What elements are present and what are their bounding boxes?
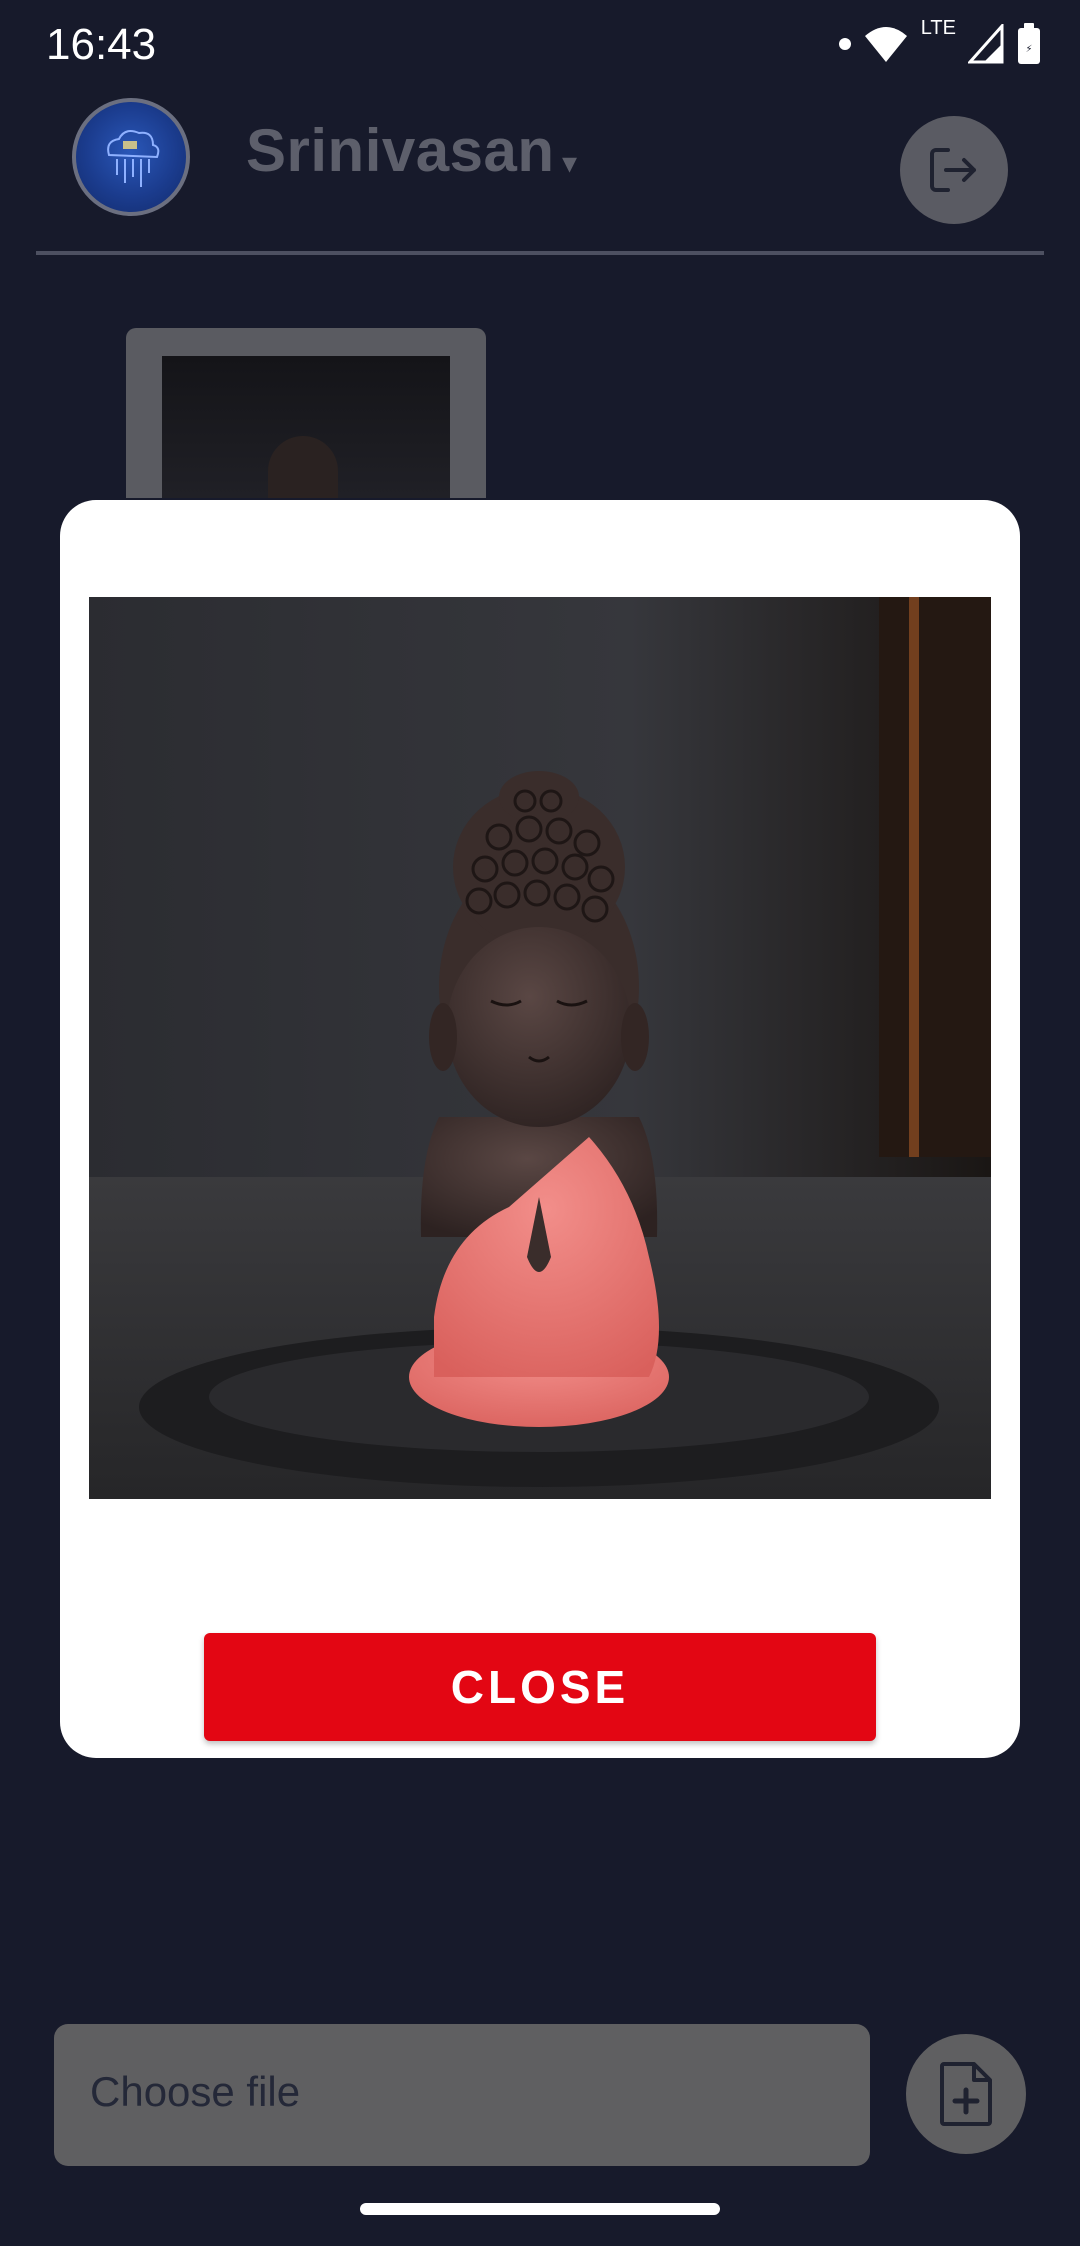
status-bar: 16:43 LTE ⚡ — [0, 0, 1080, 86]
signal-icon — [968, 24, 1004, 64]
preview-image — [89, 597, 991, 1499]
cloud-logo-icon — [107, 130, 160, 187]
notification-dot-icon — [838, 38, 851, 50]
image-thumbnail[interactable] — [126, 328, 486, 498]
wifi-icon — [864, 27, 907, 62]
file-plus-icon — [940, 2062, 992, 2126]
buddha-statue-image — [89, 597, 991, 1499]
choose-file-placeholder: Choose file — [90, 2068, 301, 2115]
avatar[interactable] — [72, 98, 190, 216]
header-divider — [36, 251, 1044, 255]
home-indicator[interactable] — [360, 2203, 720, 2215]
logout-button[interactable] — [900, 116, 1008, 224]
add-file-button[interactable] — [906, 2034, 1026, 2154]
chevron-down-icon[interactable]: ▾ — [562, 146, 577, 181]
thumbnail-statue-shape — [268, 436, 338, 498]
choose-file-input[interactable]: Choose file — [54, 2024, 870, 2166]
image-preview-modal: CLOSE — [60, 500, 1020, 1758]
thumbnail-image — [162, 356, 450, 498]
status-icons: LTE ⚡ — [838, 16, 1042, 72]
close-button[interactable]: CLOSE — [204, 1633, 876, 1741]
logout-icon — [930, 148, 976, 192]
status-time: 16:43 — [46, 20, 157, 69]
username[interactable]: Srinivasan — [246, 116, 555, 185]
svg-text:⚡: ⚡ — [1025, 44, 1032, 55]
network-type-label: LTE — [920, 16, 956, 39]
battery-icon: ⚡ — [1018, 23, 1040, 64]
app-header: Srinivasan ▾ — [0, 86, 1080, 256]
